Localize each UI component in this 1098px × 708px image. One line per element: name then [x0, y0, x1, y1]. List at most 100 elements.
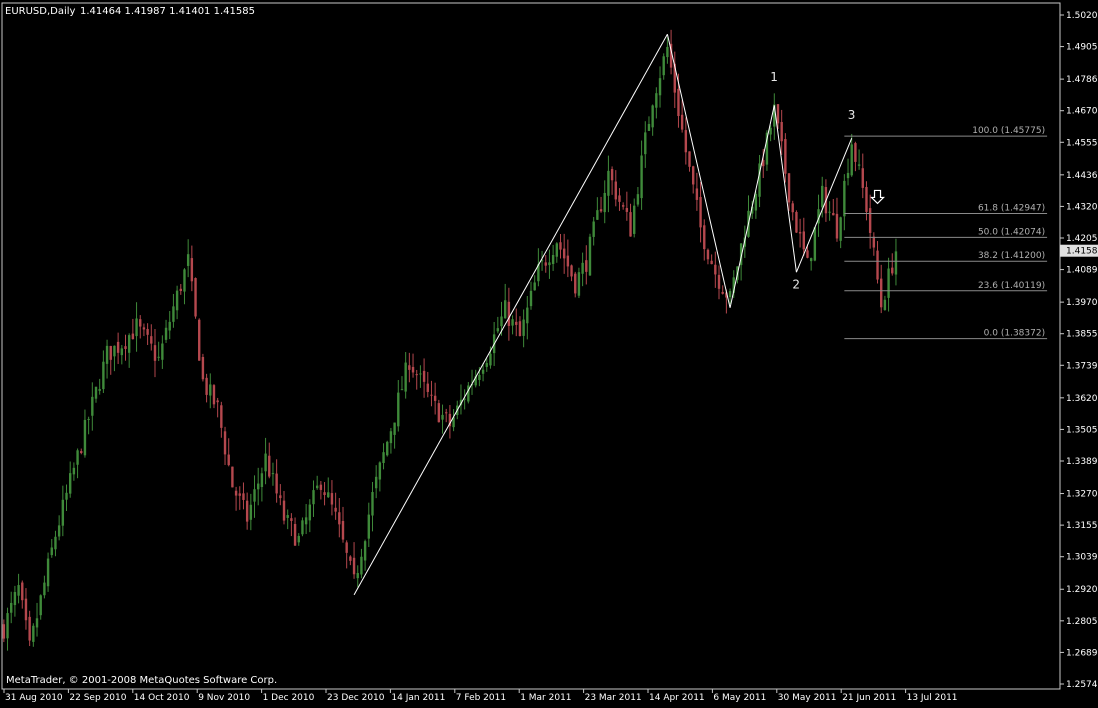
candle-body [441, 414, 444, 420]
candle-body [268, 455, 271, 477]
candle-body [511, 319, 514, 326]
price-chart[interactable]: 1 2 3 100.0 (1.45775) 61.8 (1.42947) 50.0 (1… [0, 0, 1098, 704]
candle-body [585, 260, 588, 272]
candle-body [231, 466, 234, 488]
candle-body [422, 370, 426, 382]
candle-body [529, 290, 533, 307]
x-tick-label: 1 Dec 2010 [263, 693, 315, 703]
candle-body [481, 369, 485, 374]
fib-level-label: 38.2 (1.41200) [978, 251, 1045, 261]
candle-body [61, 499, 65, 526]
fib-level-label: 100.0 (1.45775) [972, 126, 1045, 136]
candle-body [846, 172, 850, 179]
x-tick-label: 14 Apr 2011 [649, 693, 705, 703]
candle-body [304, 517, 308, 525]
candle-body [282, 500, 286, 521]
y-tick-label: 1.42050 [1066, 234, 1098, 244]
candle-body [806, 250, 809, 258]
candle-body [245, 500, 249, 522]
y-tick-label: 1.29205 [1066, 585, 1098, 595]
candle-body [150, 336, 153, 344]
candle-body [146, 328, 149, 335]
candle-body [164, 327, 168, 340]
candle-body [371, 492, 374, 516]
candle-body [393, 422, 396, 435]
candle-body [35, 618, 39, 628]
candle-body [389, 431, 393, 444]
candle-body [275, 473, 278, 494]
candle-body [139, 319, 142, 327]
candle-body [190, 258, 194, 282]
candle-body [323, 492, 326, 496]
candle-body [754, 193, 758, 211]
candle-body [865, 186, 868, 212]
candle-body [570, 265, 573, 277]
chart-canvas[interactable]: 1 2 3 100.0 (1.45775) 61.8 (1.42947) 50.0 (1… [0, 0, 1098, 704]
candle-body [253, 489, 256, 502]
y-tick-label: 1.31550 [1066, 521, 1098, 531]
candle-body [776, 104, 780, 124]
candle-body [345, 542, 348, 553]
candle-body [677, 88, 680, 117]
candle-body [127, 335, 131, 353]
candle-body [633, 205, 636, 234]
candle-body [120, 348, 124, 356]
y-tick-label: 1.32705 [1066, 490, 1098, 500]
y-tick-label: 1.26895 [1066, 648, 1098, 658]
candle-body [489, 353, 492, 366]
candle-body [330, 493, 334, 505]
candle-body [507, 301, 511, 326]
candle-body [290, 518, 293, 521]
candle-body [577, 272, 581, 296]
candle-body [349, 556, 352, 561]
candle-body [212, 385, 216, 405]
candle-body [835, 213, 839, 239]
candle-body [809, 258, 813, 262]
y-tick-label: 1.49050 [1066, 43, 1098, 53]
candle-body [17, 585, 20, 596]
candle-body [828, 211, 831, 213]
candle-body [293, 523, 297, 546]
candle-body [607, 170, 610, 196]
candle-body [157, 356, 160, 358]
candle-body [131, 333, 135, 340]
x-tick-label: 14 Oct 2010 [134, 693, 190, 703]
candle-body [72, 467, 76, 475]
wave-label: 3 [848, 108, 856, 122]
candle-body [172, 306, 175, 322]
candle-body [433, 395, 437, 401]
candle-body [868, 208, 872, 233]
y-tick-label: 1.50205 [1066, 11, 1098, 21]
candle-body [647, 123, 651, 131]
candle-body [662, 56, 665, 76]
candle-body [94, 386, 98, 399]
candle-body [242, 493, 245, 500]
candle-body [419, 373, 422, 375]
fib-level-label: 61.8 (1.42947) [978, 203, 1045, 213]
x-tick-label: 23 Dec 2010 [327, 693, 385, 703]
candle-body [640, 155, 643, 199]
candle-body [327, 492, 330, 498]
candle-body [10, 602, 13, 613]
candle-body [651, 105, 654, 128]
y-tick-label: 1.36205 [1066, 394, 1098, 404]
y-tick-label: 1.37395 [1066, 361, 1098, 371]
candle-body [179, 288, 182, 291]
candle-body [186, 254, 190, 266]
candle-body [467, 385, 470, 402]
candle-body [24, 598, 28, 621]
candle-body [655, 93, 658, 108]
candle-body [692, 166, 695, 185]
candle-body [695, 188, 699, 200]
candle-body [813, 227, 817, 261]
candle-body [378, 462, 382, 480]
y-tick-label: 1.28050 [1066, 617, 1098, 627]
candle-body [562, 248, 566, 259]
y-tick-label: 1.35050 [1066, 425, 1098, 435]
candle-body [68, 473, 72, 494]
candle-body [386, 441, 389, 456]
candle-body [883, 299, 887, 310]
y-tick-label: 1.46705 [1066, 107, 1098, 117]
candle-body [426, 383, 429, 392]
candle-body [286, 515, 289, 518]
